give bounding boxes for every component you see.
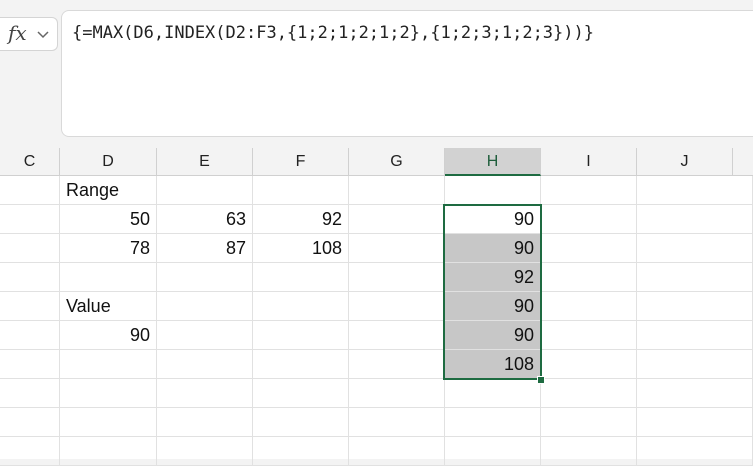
column-header-h[interactable]: H	[445, 148, 541, 176]
cell-e8[interactable]	[157, 379, 253, 408]
cell-g7[interactable]	[349, 350, 445, 379]
cell-h2[interactable]: 90	[445, 205, 541, 234]
chevron-down-icon[interactable]	[36, 27, 50, 41]
cell-i6[interactable]	[541, 321, 637, 350]
cell-g2[interactable]	[349, 205, 445, 234]
cell-c2[interactable]	[0, 205, 60, 234]
cell-d3[interactable]: 78	[60, 234, 157, 263]
cell-h7[interactable]: 108	[445, 350, 541, 379]
cell-f7[interactable]	[253, 350, 349, 379]
cell-g5[interactable]	[349, 292, 445, 321]
cell-e6[interactable]	[157, 321, 253, 350]
column-header-g[interactable]: G	[349, 148, 445, 175]
cell-h10[interactable]	[445, 437, 541, 466]
cell-f1[interactable]	[253, 176, 349, 205]
cell-i5[interactable]	[541, 292, 637, 321]
formula-bar[interactable]: {=MAX(D6,INDEX(D2:F3,{1;2;1;2;1;2},{1;2;…	[61, 10, 753, 137]
cell-e1[interactable]	[157, 176, 253, 205]
cell-c10[interactable]	[0, 437, 60, 466]
cell-j2[interactable]	[637, 205, 753, 234]
cell-h6[interactable]: 90	[445, 321, 541, 350]
cell-d8[interactable]	[60, 379, 157, 408]
column-header-row: C D E F G H I J	[0, 148, 753, 176]
column-header-f[interactable]: F	[253, 148, 349, 175]
cell-c8[interactable]	[0, 379, 60, 408]
column-header-c[interactable]: C	[0, 148, 60, 175]
cell-c5[interactable]	[0, 292, 60, 321]
column-header-d[interactable]: D	[60, 148, 157, 175]
cell-g3[interactable]	[349, 234, 445, 263]
cell-g4[interactable]	[349, 263, 445, 292]
cell-i7[interactable]	[541, 350, 637, 379]
cell-g8[interactable]	[349, 379, 445, 408]
formula-text[interactable]: {=MAX(D6,INDEX(D2:F3,{1;2;1;2;1;2},{1;2;…	[72, 23, 594, 43]
cell-j4[interactable]	[637, 263, 753, 292]
worksheet-grid[interactable]: C D E F G H I J Range 50 63 92 90 78 87 108 90 92…	[0, 148, 753, 466]
cell-j6[interactable]	[637, 321, 753, 350]
cell-g10[interactable]	[349, 437, 445, 466]
column-header-e[interactable]: E	[157, 148, 253, 175]
cell-f4[interactable]	[253, 263, 349, 292]
cell-c7[interactable]	[0, 350, 60, 379]
cell-e4[interactable]	[157, 263, 253, 292]
cell-d6[interactable]: 90	[60, 321, 157, 350]
cell-j3[interactable]	[637, 234, 753, 263]
cell-e7[interactable]	[157, 350, 253, 379]
cell-d1[interactable]: Range	[60, 176, 157, 205]
cell-c1[interactable]	[0, 176, 60, 205]
column-header-i[interactable]: I	[541, 148, 637, 175]
cell-c3[interactable]	[0, 234, 60, 263]
cell-e2[interactable]: 63	[157, 205, 253, 234]
cell-g6[interactable]	[349, 321, 445, 350]
cell-d9[interactable]	[60, 408, 157, 437]
cell-i3[interactable]	[541, 234, 637, 263]
cell-j8[interactable]	[637, 379, 753, 408]
cell-e5[interactable]	[157, 292, 253, 321]
cell-d7[interactable]	[60, 350, 157, 379]
cell-f9[interactable]	[253, 408, 349, 437]
cell-d4[interactable]	[60, 263, 157, 292]
cell-i2[interactable]	[541, 205, 637, 234]
fx-icon: fx	[8, 21, 27, 45]
cell-d2[interactable]: 50	[60, 205, 157, 234]
cell-e10[interactable]	[157, 437, 253, 466]
cell-j10[interactable]	[637, 437, 753, 466]
cell-e3[interactable]: 87	[157, 234, 253, 263]
cell-f10[interactable]	[253, 437, 349, 466]
cell-i4[interactable]	[541, 263, 637, 292]
fill-handle[interactable]	[537, 376, 545, 384]
cell-j5[interactable]	[637, 292, 753, 321]
cell-f8[interactable]	[253, 379, 349, 408]
cell-f5[interactable]	[253, 292, 349, 321]
column-header-j[interactable]: J	[637, 148, 733, 175]
cell-d5[interactable]: Value	[60, 292, 157, 321]
cell-j9[interactable]	[637, 408, 753, 437]
cell-j1[interactable]	[637, 176, 753, 205]
cell-h9[interactable]	[445, 408, 541, 437]
ribbon-edge	[0, 0, 753, 6]
cell-c9[interactable]	[0, 408, 60, 437]
cell-h4[interactable]: 92	[445, 263, 541, 292]
cell-c4[interactable]	[0, 263, 60, 292]
cell-h1[interactable]	[445, 176, 541, 205]
cell-f2[interactable]: 92	[253, 205, 349, 234]
cell-h5[interactable]: 90	[445, 292, 541, 321]
cell-i10[interactable]	[541, 437, 637, 466]
cell-i1[interactable]	[541, 176, 637, 205]
cell-h3[interactable]: 90	[445, 234, 541, 263]
cell-g9[interactable]	[349, 408, 445, 437]
cell-g1[interactable]	[349, 176, 445, 205]
cell-f3[interactable]: 108	[253, 234, 349, 263]
cell-d10[interactable]	[60, 437, 157, 466]
insert-function-button[interactable]: fx	[0, 17, 58, 51]
cell-i9[interactable]	[541, 408, 637, 437]
cell-h8[interactable]	[445, 379, 541, 408]
cell-i8[interactable]	[541, 379, 637, 408]
cell-c6[interactable]	[0, 321, 60, 350]
cell-f6[interactable]	[253, 321, 349, 350]
cell-j7[interactable]	[637, 350, 753, 379]
cell-e9[interactable]	[157, 408, 253, 437]
